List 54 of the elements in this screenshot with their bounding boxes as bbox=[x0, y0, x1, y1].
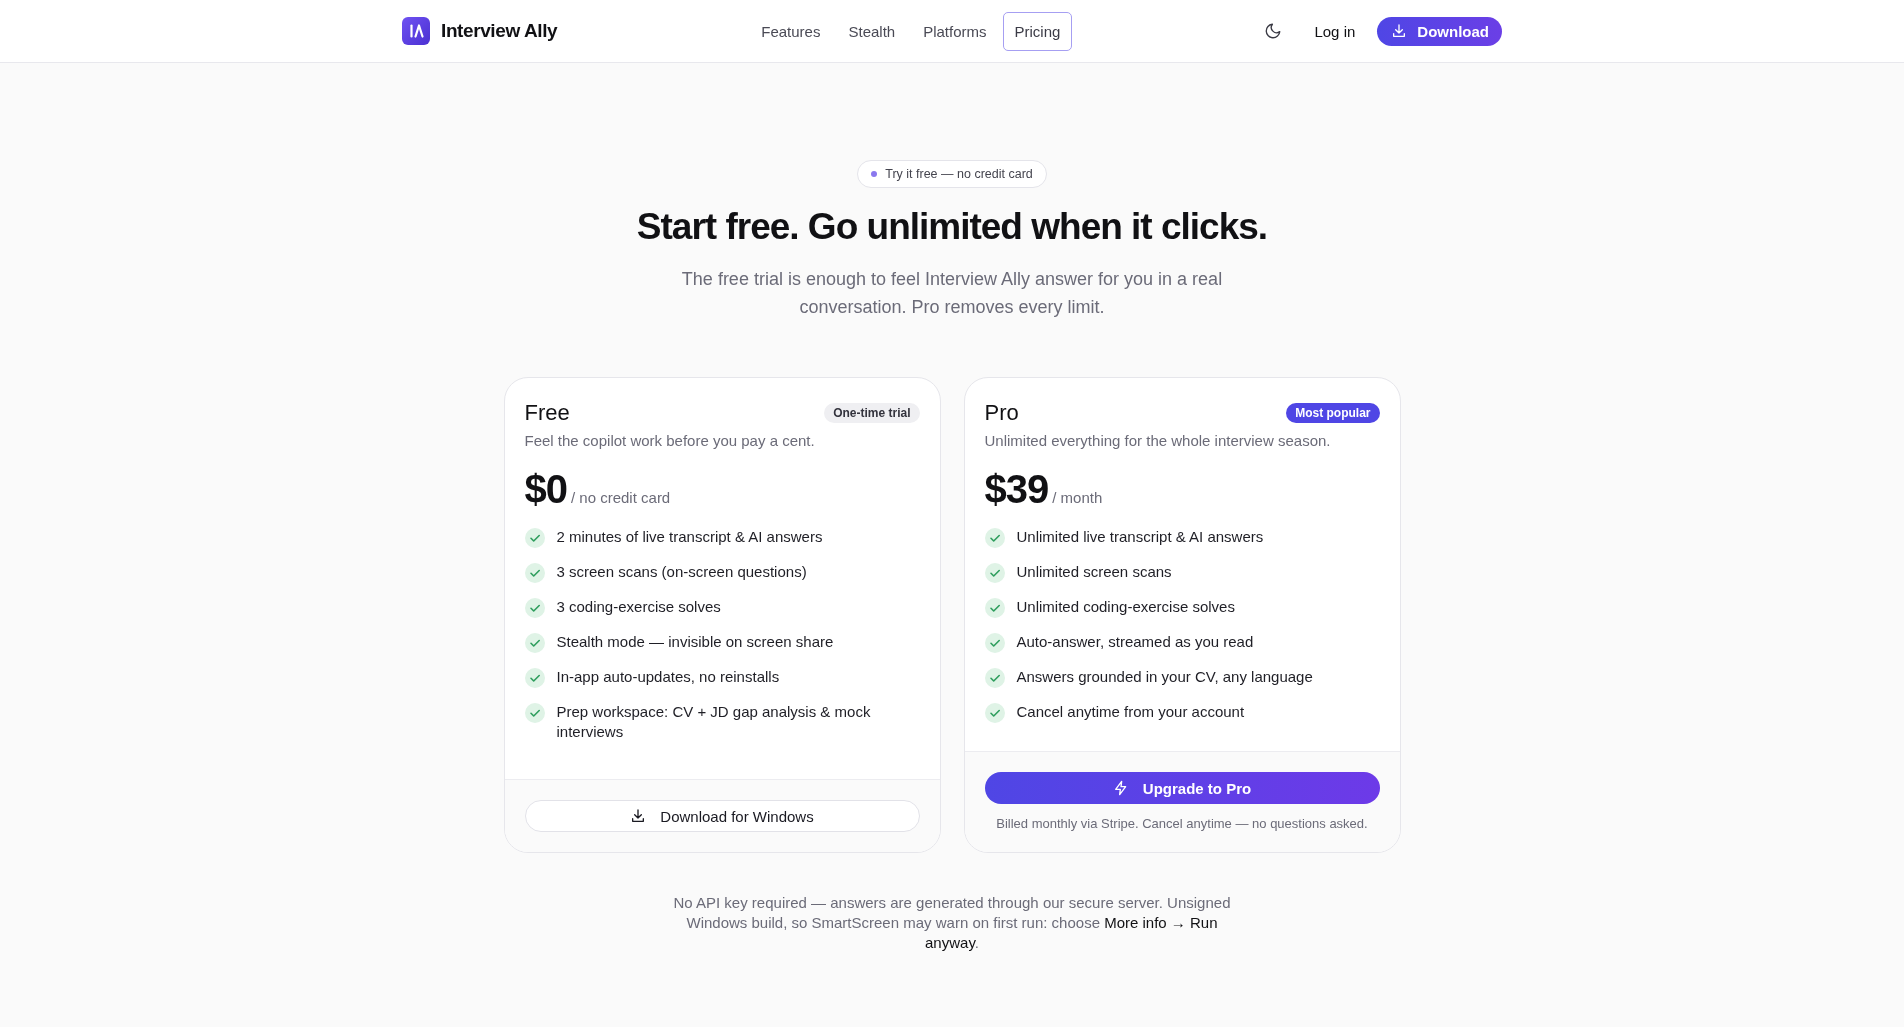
check-icon bbox=[524, 528, 545, 548]
billing-note: Billed monthly via Stripe. Cancel anytime — no questions asked. bbox=[995, 816, 1369, 832]
price-text: $0 bbox=[524, 466, 567, 513]
check-icon bbox=[524, 633, 545, 653]
plan-name: Pro bbox=[984, 399, 1019, 427]
check-icon bbox=[984, 703, 1005, 723]
period-text: / month bbox=[1052, 489, 1103, 506]
check-icon bbox=[524, 703, 545, 723]
download-icon bbox=[1391, 23, 1408, 39]
feature-text: Unlimited live transcript & AI answers bbox=[1016, 527, 1264, 547]
lightning-icon bbox=[1112, 780, 1129, 796]
login-link[interactable]: Log in bbox=[1314, 22, 1356, 40]
feature-text: Auto-answer, streamed as you read bbox=[1016, 632, 1254, 652]
check-icon bbox=[524, 563, 545, 583]
check-icon bbox=[984, 633, 1005, 653]
check-icon bbox=[984, 563, 1005, 583]
feature-text: 3 screen scans (on-screen questions) bbox=[556, 562, 807, 582]
footnote-text: No API key required — answers are generated through our secure server. Unsigned Windows build, so SmartScreen may warn on first run: choose More info → Run anyway. bbox=[672, 893, 1232, 953]
feature-text: Unlimited coding-exercise solves bbox=[1016, 597, 1235, 617]
nav-link[interactable]: Features bbox=[749, 11, 833, 51]
plan-badge: Most popular bbox=[1286, 403, 1380, 423]
plan-badge: One-time trial bbox=[824, 403, 920, 423]
plan-description: Unlimited everything for the whole interview season. bbox=[984, 431, 1332, 451]
nav-link[interactable]: Stealth bbox=[836, 11, 908, 51]
check-icon bbox=[984, 668, 1005, 688]
feature-text: Unlimited screen scans bbox=[1016, 562, 1172, 582]
plan-description: Feel the copilot work before you pay a cent. bbox=[524, 431, 816, 451]
plan-button[interactable]: Download for Windows bbox=[524, 800, 920, 832]
check-icon bbox=[984, 598, 1005, 618]
dot-icon bbox=[871, 171, 878, 177]
feature-text: Stealth mode — invisible on screen share bbox=[556, 632, 834, 652]
check-icon bbox=[984, 528, 1005, 548]
moon-icon[interactable] bbox=[1264, 22, 1283, 40]
plan-name: Free bbox=[524, 399, 570, 427]
feature-text: 3 coding-exercise solves bbox=[556, 597, 721, 617]
nav-link[interactable]: Pricing bbox=[1002, 11, 1073, 51]
feature-text: In-app auto-updates, no reinstalls bbox=[556, 667, 780, 687]
check-icon bbox=[524, 598, 545, 618]
price-text: $39 bbox=[984, 466, 1049, 513]
download-icon bbox=[630, 808, 647, 824]
download-button[interactable]: Download bbox=[1377, 16, 1502, 46]
check-icon bbox=[524, 668, 545, 688]
nav-link[interactable]: Platforms bbox=[911, 11, 999, 51]
period-text: / no credit card bbox=[571, 489, 671, 506]
logo-icon[interactable] bbox=[402, 17, 430, 45]
badge-text: Try it free — no credit card bbox=[885, 167, 1033, 181]
feature-text: Cancel anytime from your account bbox=[1016, 702, 1245, 722]
page-title: Start free. Go unlimited when it clicks. bbox=[636, 205, 1268, 249]
feature-text: 2 minutes of live transcript & AI answers bbox=[556, 527, 823, 547]
plan-button[interactable]: Upgrade to Pro bbox=[984, 772, 1380, 804]
feature-text: Prep workspace: CV + JD gap analysis & mock interviews bbox=[556, 702, 872, 742]
brand-name[interactable]: Interview Ally bbox=[441, 20, 558, 42]
feature-text: Answers grounded in your CV, any language bbox=[1016, 667, 1313, 687]
page-subtitle: The free trial is enough to feel Interview Ally answer for you in a real conversation. Pro removes every limit. bbox=[680, 268, 1224, 319]
